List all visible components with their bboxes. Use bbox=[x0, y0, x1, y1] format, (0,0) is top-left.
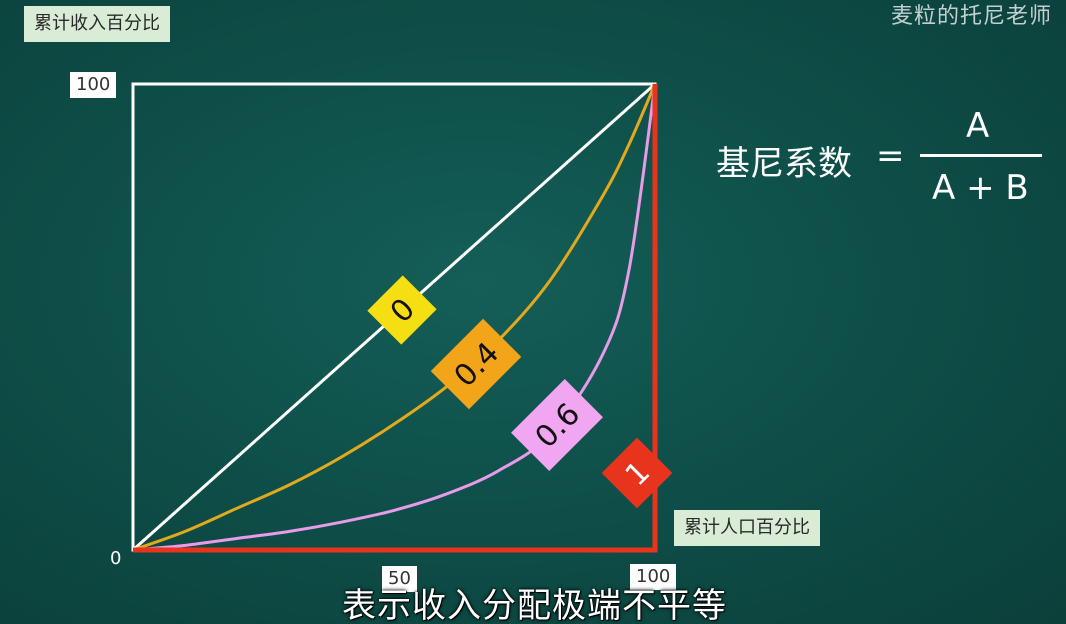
channel-watermark: 麦粒的托尼老师 bbox=[890, 4, 1052, 29]
formula-equals: = bbox=[876, 136, 905, 176]
video-subtitle: 表示收入分配极端不平等 bbox=[342, 586, 727, 624]
series-tag-1: 1 bbox=[601, 437, 673, 509]
y-tick-label: 100 bbox=[70, 72, 117, 98]
fraction-bar bbox=[920, 154, 1042, 157]
formula-numerator: A bbox=[966, 106, 990, 146]
gini-chart: 00.40.61 bbox=[131, 82, 673, 553]
formula-lhs: 基尼系数 bbox=[716, 144, 852, 184]
x-axis-label: 累计人口百分比 bbox=[674, 510, 820, 546]
formula-denominator: A + B bbox=[932, 168, 1029, 208]
origin-label: 0 bbox=[110, 548, 122, 569]
series-tag-0: 0 bbox=[367, 275, 437, 345]
y-axis-label: 累计收入百分比 bbox=[24, 6, 170, 42]
